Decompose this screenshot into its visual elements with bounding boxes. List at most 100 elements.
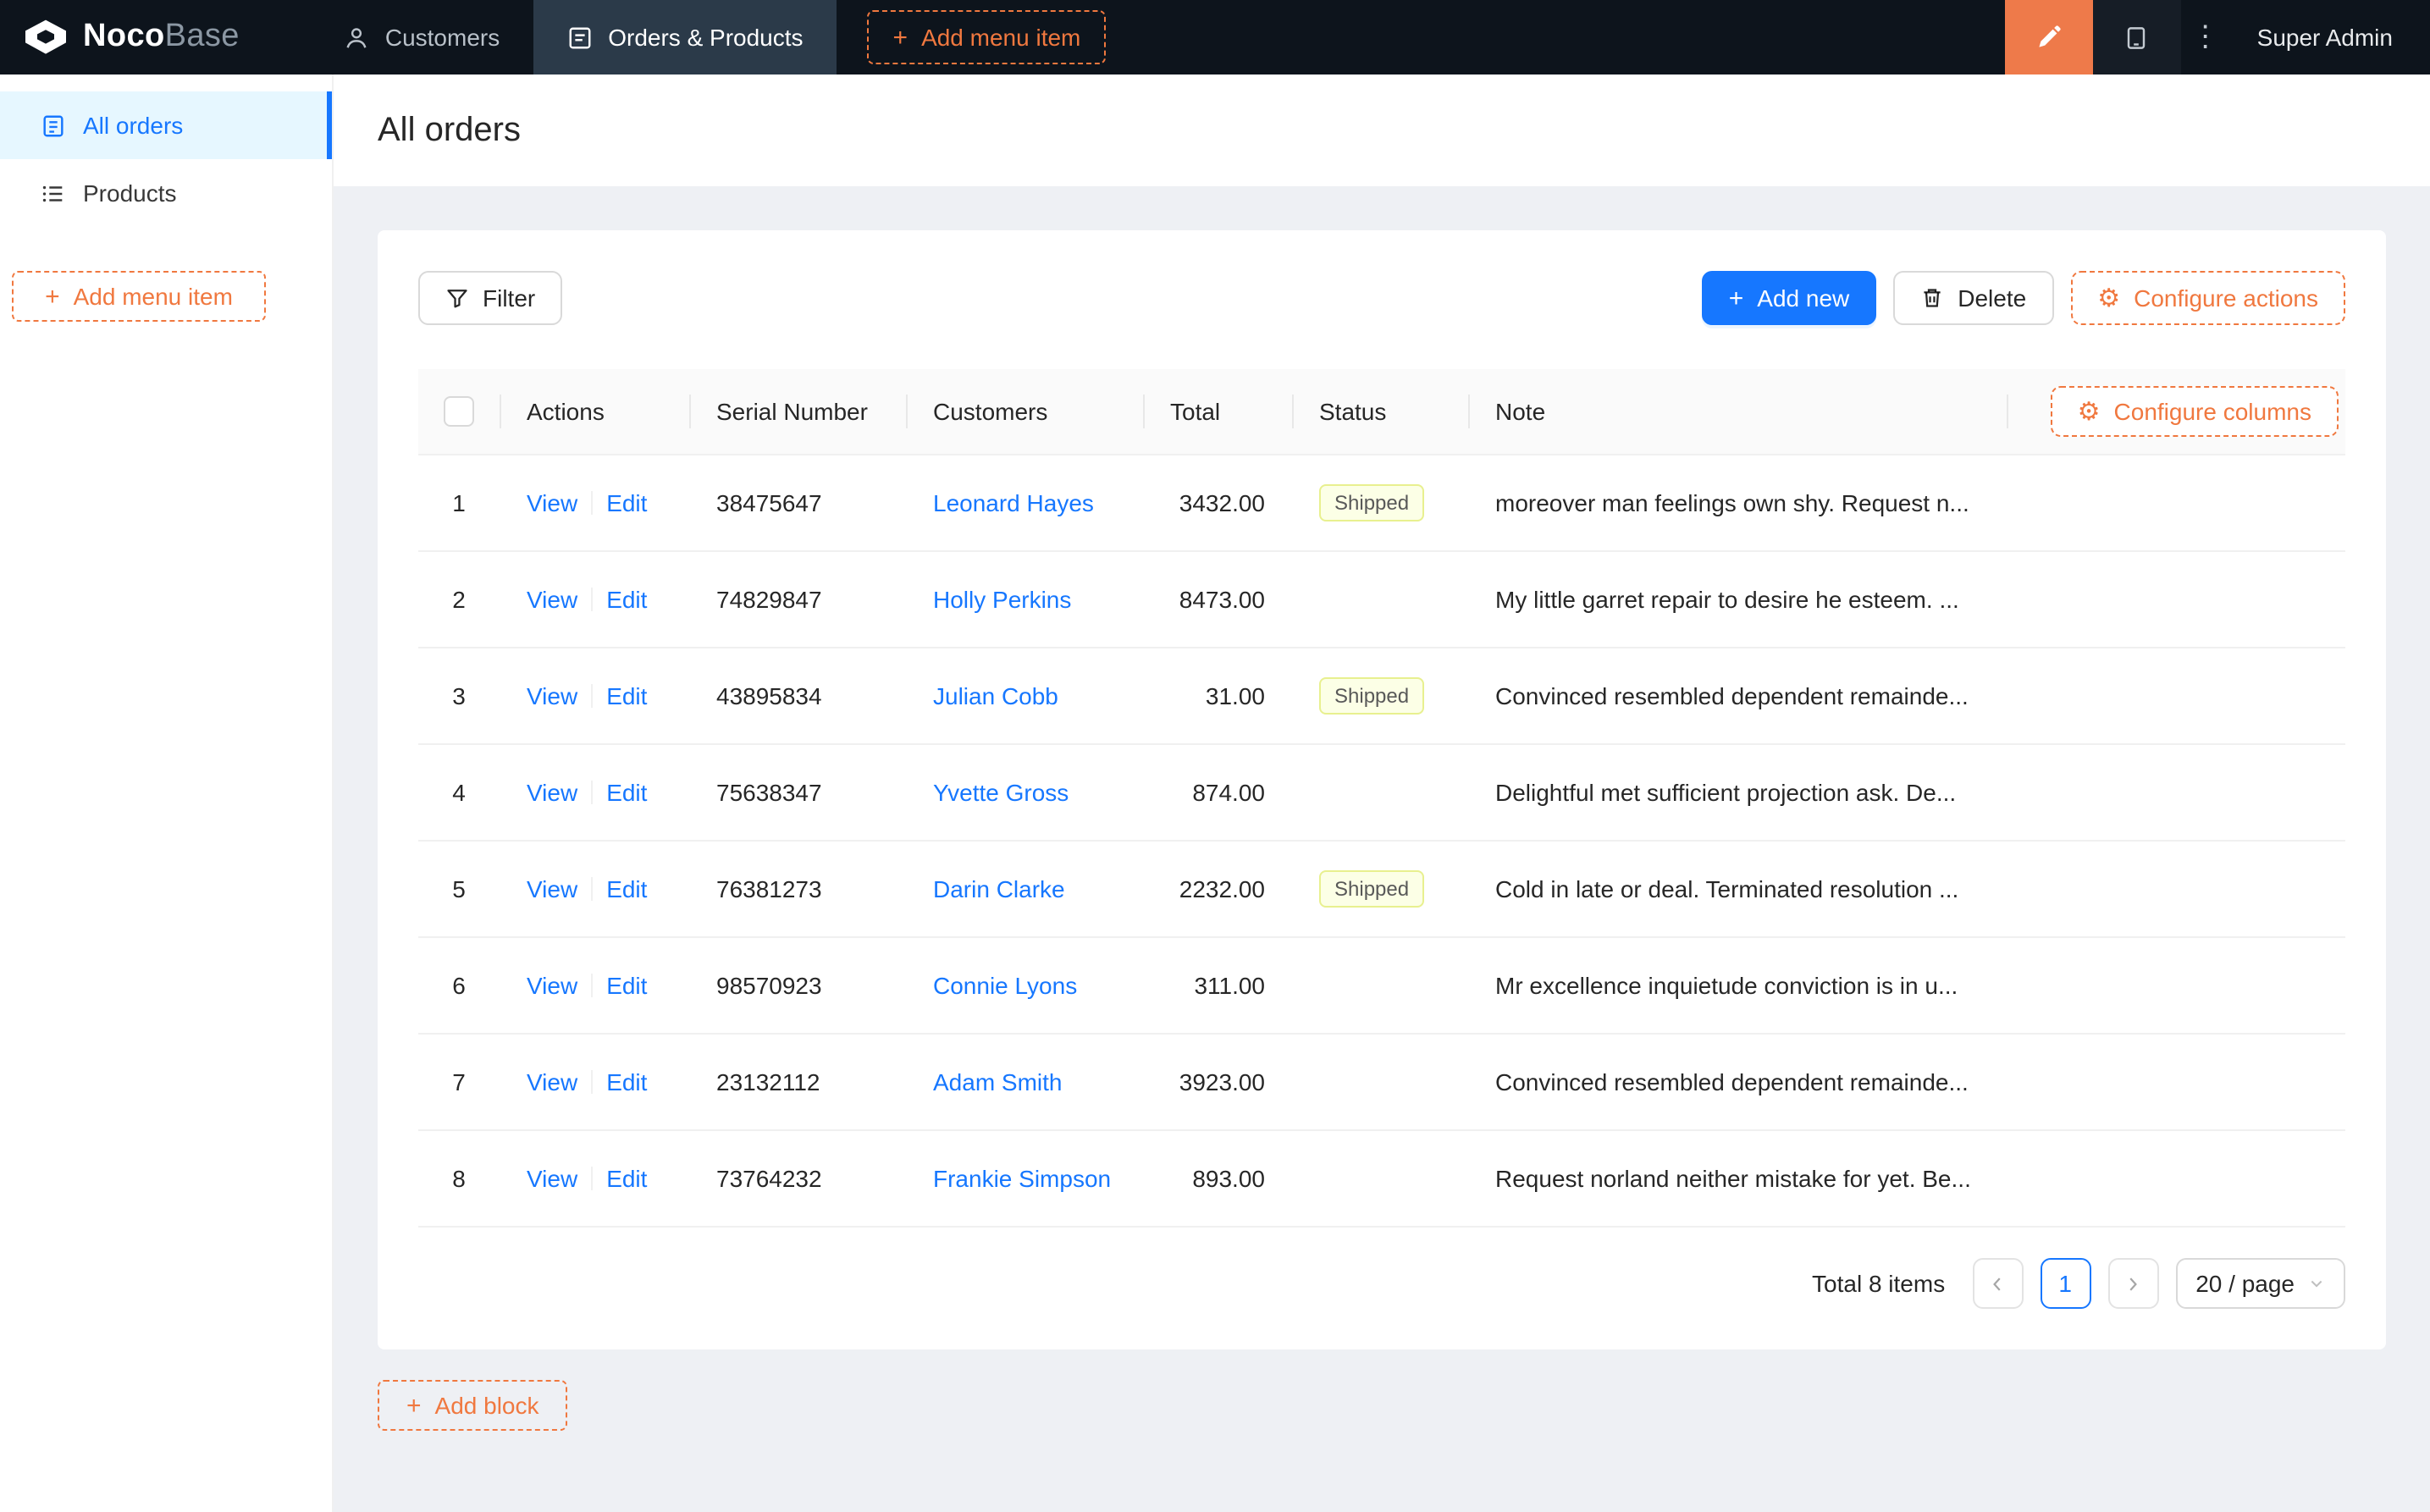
plus-icon: + — [45, 282, 60, 311]
row-index: 1 — [452, 489, 466, 516]
edit-link[interactable]: Edit — [606, 972, 647, 999]
customer-link[interactable]: Frankie Simpson — [933, 1165, 1111, 1192]
row-actions: View Edit — [500, 1165, 689, 1192]
sidebar-item-products[interactable]: Products — [0, 159, 332, 227]
page-size-select[interactable]: 20 / page — [2175, 1258, 2345, 1309]
row-actions: View Edit — [500, 586, 689, 613]
note-cell: My little garret repair to desire he est… — [1495, 586, 1959, 613]
action-divider — [591, 781, 594, 804]
edit-link[interactable]: Edit — [606, 489, 647, 516]
configure-actions-button[interactable]: ⚙ Configure actions — [2070, 271, 2345, 325]
content-area: Filter + Add new Delete ⚙ Configure acti… — [334, 186, 2430, 1512]
filter-icon — [445, 286, 469, 310]
column-header-actions: Actions — [500, 369, 689, 454]
nocobase-logo[interactable]: NocoBase — [0, 0, 267, 74]
view-link[interactable]: View — [527, 779, 577, 806]
note-cell: Request norland neither mistake for yet.… — [1495, 1165, 1971, 1192]
customer-link[interactable]: Yvette Gross — [933, 779, 1069, 806]
pagination-prev-button[interactable] — [1972, 1258, 2024, 1309]
view-link[interactable]: View — [527, 875, 577, 902]
delete-button[interactable]: Delete — [1893, 271, 2054, 325]
note-cell: moreover man feelings own shy. Request n… — [1495, 489, 1969, 516]
serial-number-cell: 38475647 — [716, 489, 822, 516]
edit-link[interactable]: Edit — [606, 875, 647, 902]
status-badge: Shipped — [1319, 677, 1425, 715]
sidebar-item-label: All orders — [83, 112, 184, 139]
column-header-total: Total — [1143, 369, 1292, 454]
tab-customers[interactable]: Customers — [311, 0, 533, 74]
row-index: 3 — [452, 682, 466, 709]
row-index: 7 — [452, 1068, 466, 1095]
pagination-page-1-button[interactable]: 1 — [2040, 1258, 2091, 1309]
main-area: All orders Filter + Add new Delete ⚙ Con… — [334, 74, 2430, 1512]
gear-icon: ⚙ — [2097, 284, 2121, 312]
brand-name: NocoBase — [83, 19, 240, 54]
tab-orders-products[interactable]: Orders & Products — [533, 0, 837, 74]
table-row: 6 View Edit 98570923 Connie Lyons 311.00 … — [418, 938, 2345, 1035]
plus-icon: + — [406, 1391, 422, 1420]
configure-columns-button[interactable]: ⚙ Configure columns — [2050, 386, 2339, 437]
user-menu[interactable]: Super Admin — [2230, 0, 2430, 74]
plus-icon: + — [892, 23, 908, 52]
add-block-label: Add block — [434, 1392, 539, 1419]
add-new-button[interactable]: + Add new — [1701, 271, 1877, 325]
row-index: 6 — [452, 972, 466, 999]
top-bar: NocoBase Customers Orders & Products + A… — [0, 0, 2430, 74]
tablet-preview-button[interactable] — [2092, 0, 2181, 74]
view-link[interactable]: View — [527, 586, 577, 613]
view-link[interactable]: View — [527, 1068, 577, 1095]
view-link[interactable]: View — [527, 682, 577, 709]
orders-table: Actions Serial Number Customers Total St… — [418, 369, 2345, 1228]
total-cell: 2232.00 — [1179, 875, 1265, 902]
serial-number-cell: 43895834 — [716, 682, 822, 709]
page-header: All orders — [334, 74, 2430, 186]
serial-number-cell: 23132112 — [716, 1068, 820, 1095]
ui-editor-button[interactable] — [2004, 0, 2093, 74]
edit-link[interactable]: Edit — [606, 1165, 647, 1192]
sidebar-item-all-orders[interactable]: All orders — [0, 91, 332, 159]
note-cell: Convinced resembled dependent remainde..… — [1495, 1068, 1969, 1095]
table-row: 1 View Edit 38475647 Leonard Hayes 3432.0… — [418, 455, 2345, 552]
edit-link[interactable]: Edit — [606, 779, 647, 806]
row-actions: View Edit — [500, 682, 689, 709]
customer-link[interactable]: Connie Lyons — [933, 972, 1077, 999]
customer-link[interactable]: Darin Clarke — [933, 875, 1065, 902]
edit-link[interactable]: Edit — [606, 1068, 647, 1095]
action-divider — [591, 974, 594, 997]
table-row: 5 View Edit 76381273 Darin Clarke 2232.00… — [418, 842, 2345, 938]
note-cell: Convinced resembled dependent remainde..… — [1495, 682, 1969, 709]
topbar-add-menu-item-button[interactable]: + Add menu item — [867, 10, 1107, 64]
column-header-note: Note — [1468, 369, 2007, 454]
row-actions: View Edit — [500, 1068, 689, 1095]
row-index: 8 — [452, 1165, 466, 1192]
sidebar-add-menu-item-button[interactable]: + Add menu item — [12, 271, 266, 322]
edit-link[interactable]: Edit — [606, 586, 647, 613]
table-row: 7 View Edit 23132112 Adam Smith 3923.00 C… — [418, 1035, 2345, 1131]
table-row: 4 View Edit 75638347 Yvette Gross 874.00 … — [418, 745, 2345, 842]
customer-link[interactable]: Julian Cobb — [933, 682, 1058, 709]
note-cell: Delightful met sufficient projection ask… — [1495, 779, 1957, 806]
total-cell: 3923.00 — [1179, 1068, 1265, 1095]
chevron-down-icon — [2308, 1275, 2325, 1292]
serial-number-cell: 73764232 — [716, 1165, 822, 1192]
view-link[interactable]: View — [527, 972, 577, 999]
add-block-button[interactable]: + Add block — [378, 1380, 568, 1431]
filter-button[interactable]: Filter — [418, 271, 563, 325]
action-divider — [591, 1070, 594, 1094]
view-link[interactable]: View — [527, 489, 577, 516]
pagination-next-button[interactable] — [2107, 1258, 2159, 1309]
serial-number-cell: 98570923 — [716, 972, 822, 999]
select-all-checkbox[interactable] — [444, 396, 474, 427]
more-menu-button[interactable]: ⋮ — [2181, 0, 2230, 74]
customer-link[interactable]: Leonard Hayes — [933, 489, 1094, 516]
sidebar-item-label: Products — [83, 179, 177, 207]
ellipsis-icon: ⋮ — [2190, 20, 2220, 52]
customer-link[interactable]: Adam Smith — [933, 1068, 1063, 1095]
edit-link[interactable]: Edit — [606, 682, 647, 709]
form-icon — [567, 25, 593, 50]
view-link[interactable]: View — [527, 1165, 577, 1192]
plus-icon: + — [1728, 284, 1744, 312]
table-row: 2 View Edit 74829847 Holly Perkins 8473.0… — [418, 552, 2345, 648]
customer-link[interactable]: Holly Perkins — [933, 586, 1071, 613]
delete-label: Delete — [1958, 284, 2027, 312]
